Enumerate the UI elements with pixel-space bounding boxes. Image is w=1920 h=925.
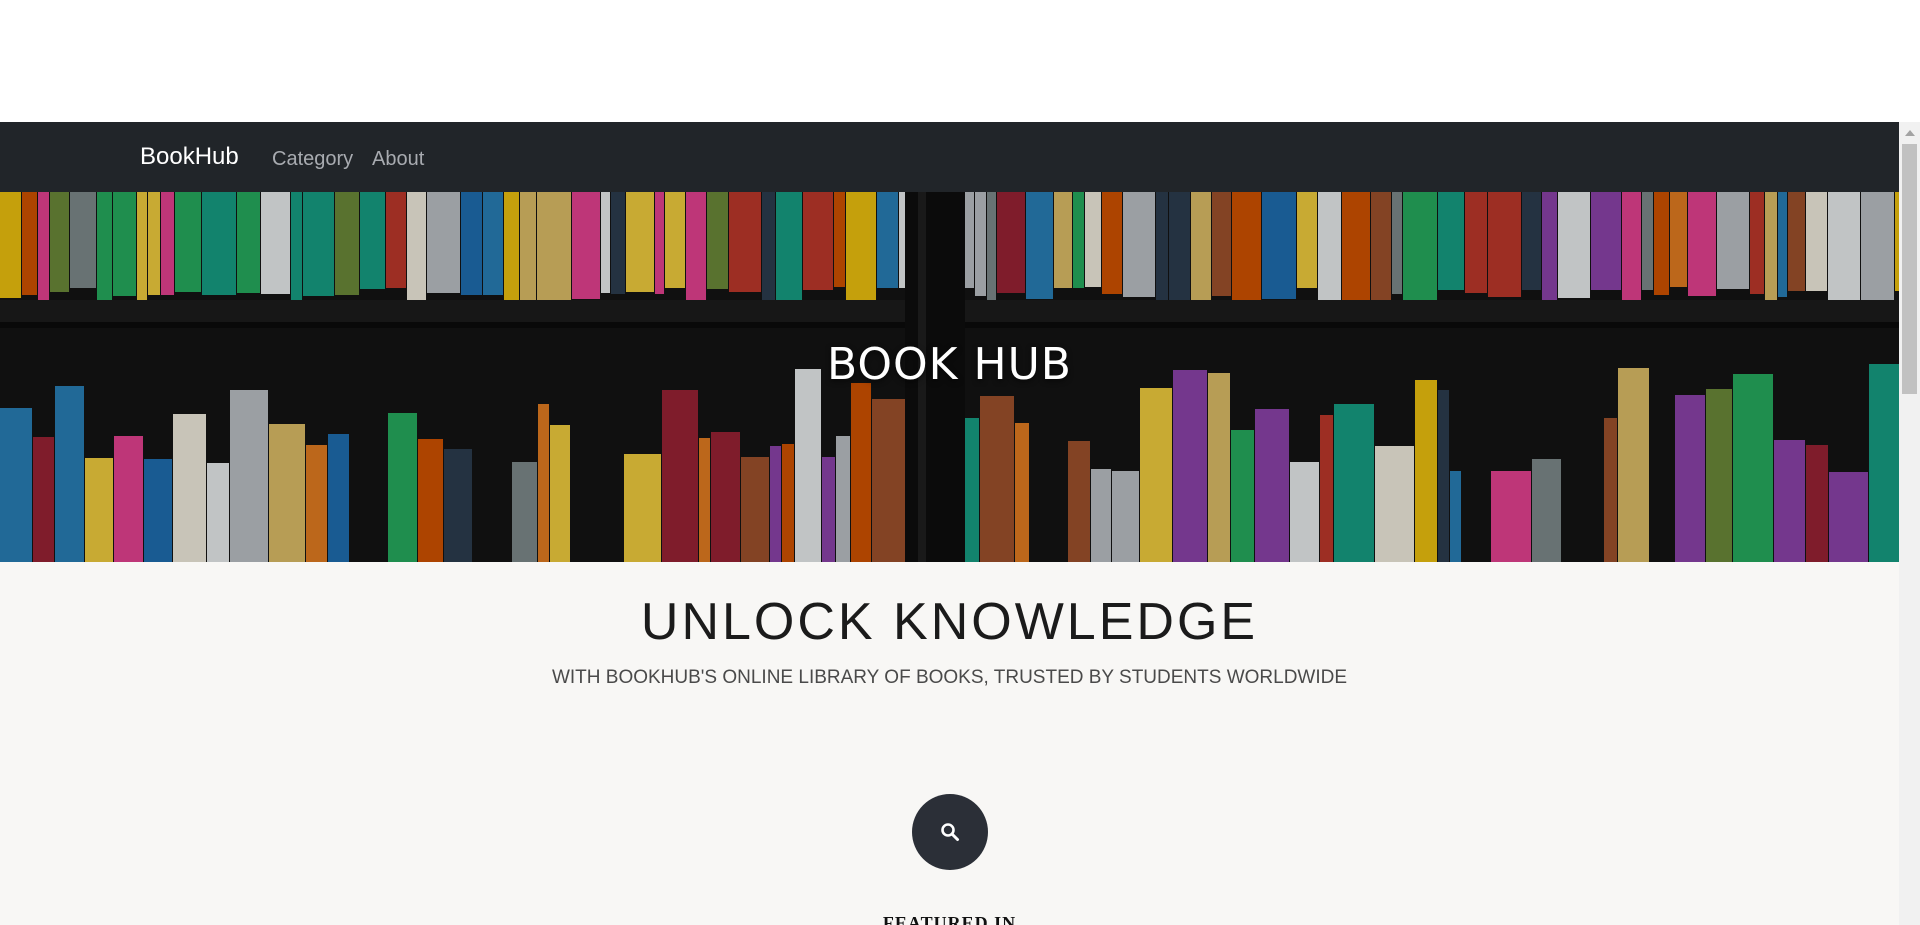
nav-link-about[interactable]: About bbox=[372, 149, 424, 169]
navbar: BookHub Category About bbox=[0, 122, 1899, 192]
hero-banner: BOOK HUB bbox=[0, 192, 1899, 562]
page-subheadline: WITH BOOKHUB'S ONLINE LIBRARY OF BOOKS, … bbox=[551, 667, 1348, 688]
page: BookHub Category About BOOK HUB UNLOCK K… bbox=[0, 122, 1899, 925]
scrollbar-thumb[interactable] bbox=[1902, 144, 1917, 394]
nav-link-category[interactable]: Category bbox=[272, 149, 353, 169]
search-button[interactable] bbox=[912, 794, 988, 870]
browser-top-blank bbox=[0, 0, 1920, 122]
page-viewport: BookHub Category About BOOK HUB UNLOCK K… bbox=[0, 122, 1920, 925]
brand-link[interactable]: BookHub bbox=[140, 145, 239, 169]
search-icon bbox=[941, 823, 959, 841]
hero-title: BOOK HUB bbox=[827, 339, 1072, 390]
page-headline: UNLOCK KNOWLEDGE bbox=[640, 593, 1259, 651]
scroll-up-arrow-icon[interactable] bbox=[1905, 130, 1915, 136]
featured-in-heading: FEATURED IN bbox=[882, 913, 1017, 925]
